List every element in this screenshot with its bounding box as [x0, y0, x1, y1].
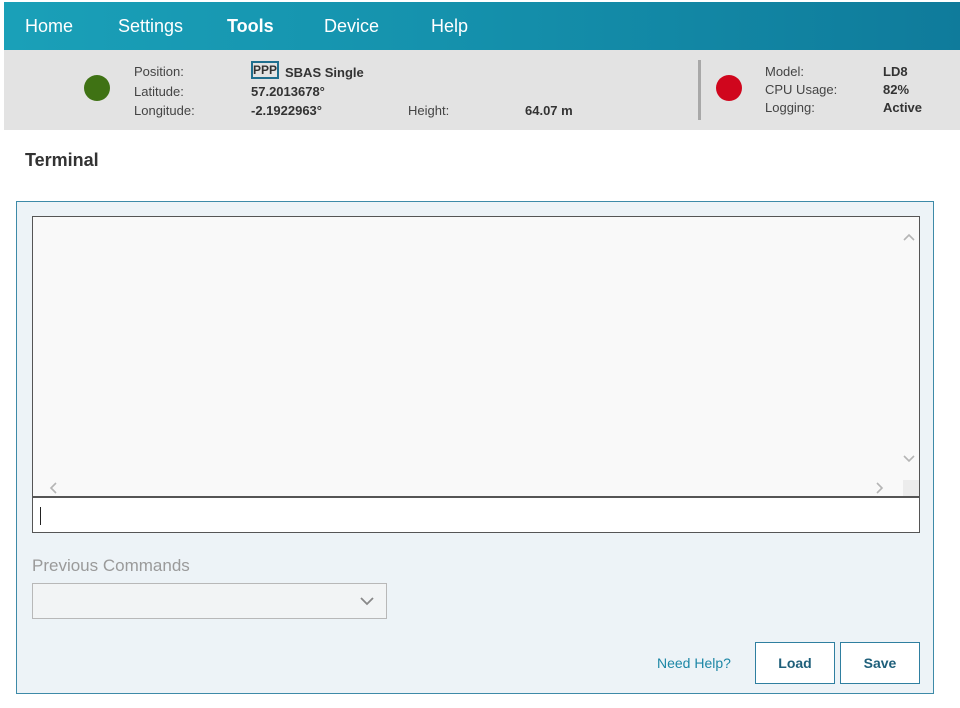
- device-status-indicator: [716, 75, 742, 101]
- nav-device[interactable]: Device: [324, 2, 379, 50]
- logging-value: Active: [883, 100, 923, 115]
- position-status-indicator: [84, 75, 110, 101]
- longitude-label: Longitude:: [134, 103, 195, 118]
- chevron-down-icon[interactable]: [902, 451, 916, 467]
- cpu-usage-label: CPU Usage:: [765, 82, 838, 97]
- nav-help[interactable]: Help: [431, 2, 468, 50]
- previous-commands-select[interactable]: [32, 583, 387, 619]
- terminal-output[interactable]: [32, 216, 920, 497]
- top-nav: Home Settings Tools Device Help: [4, 2, 960, 50]
- need-help-link[interactable]: Need Help?: [657, 655, 731, 671]
- text-caret: [40, 507, 41, 525]
- model-label: Model:: [765, 64, 805, 79]
- chevron-down-icon: [358, 590, 376, 617]
- scroll-corner: [903, 480, 919, 496]
- longitude-value: -2.1922963°: [251, 103, 322, 118]
- chevron-right-icon[interactable]: [875, 481, 885, 498]
- latitude-label: Latitude:: [134, 84, 184, 99]
- nav-home[interactable]: Home: [25, 2, 73, 50]
- status-divider: [698, 60, 701, 120]
- command-input[interactable]: [32, 497, 920, 533]
- previous-commands-label: Previous Commands: [32, 556, 190, 575]
- model-value: LD8: [883, 64, 908, 79]
- position-label: Position:: [134, 64, 184, 79]
- status-bar: Position: PPP SBAS Single Latitude: 57.2…: [4, 50, 960, 130]
- height-label: Height:: [408, 103, 450, 118]
- save-button[interactable]: Save: [840, 642, 920, 684]
- page-title: Terminal: [25, 150, 99, 170]
- position-mode: SBAS Single: [285, 65, 364, 80]
- chevron-up-icon[interactable]: [902, 229, 916, 245]
- nav-settings[interactable]: Settings: [118, 2, 183, 50]
- logging-label: Logging:: [765, 100, 815, 115]
- chevron-left-icon[interactable]: [48, 481, 58, 498]
- nav-tools[interactable]: Tools: [227, 2, 274, 50]
- ppp-badge: PPP: [251, 61, 279, 79]
- cpu-usage-value: 82%: [883, 82, 910, 97]
- latitude-value: 57.2013678°: [251, 84, 325, 99]
- load-button[interactable]: Load: [755, 642, 835, 684]
- height-value: 64.07 m: [525, 103, 573, 118]
